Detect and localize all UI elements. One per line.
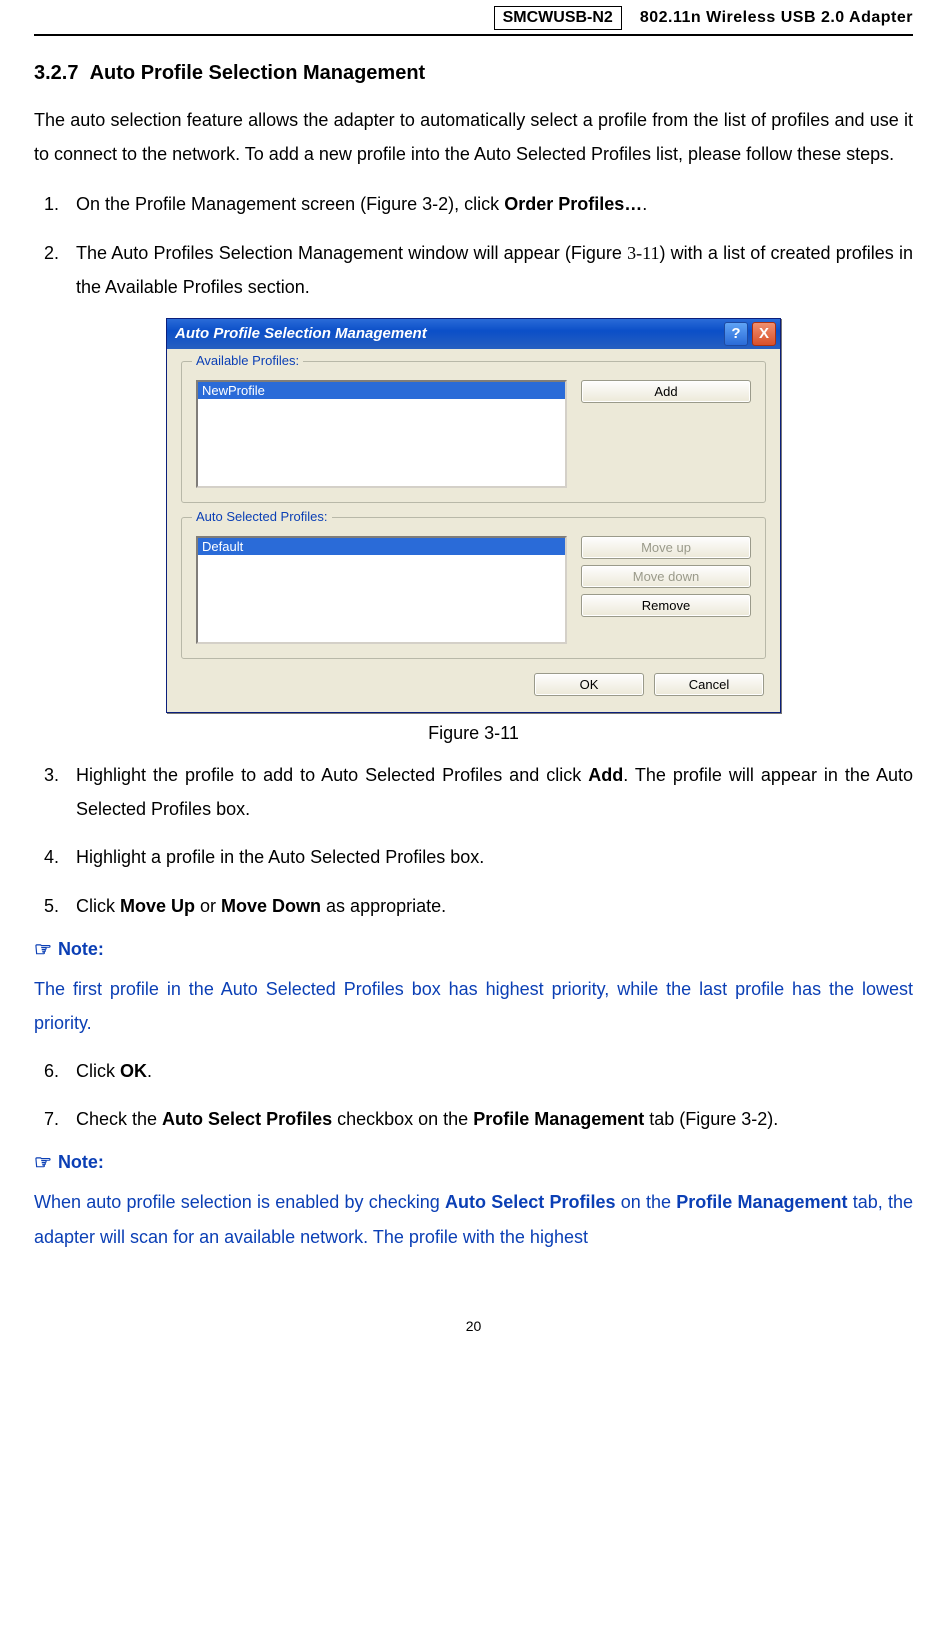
step-2: The Auto Profiles Selection Management w…: [64, 236, 913, 304]
steps-list-2: Highlight the profile to add to Auto Sel…: [34, 758, 913, 923]
figure-container: Auto Profile Selection Management ? X Av…: [34, 318, 913, 744]
close-button[interactable]: X: [752, 322, 776, 346]
move-up-button[interactable]: Move up: [581, 536, 751, 559]
ok-button[interactable]: OK: [534, 673, 644, 696]
section-heading: 3.2.7 Auto Profile Selection Management: [34, 62, 913, 85]
group-available-title: Available Profiles:: [192, 353, 303, 368]
dialog-footer: OK Cancel: [181, 673, 766, 698]
group-selected-profiles: Auto Selected Profiles: Default Move up …: [181, 517, 766, 659]
cancel-button[interactable]: Cancel: [654, 673, 764, 696]
dialog-auto-profile: Auto Profile Selection Management ? X Av…: [166, 318, 781, 713]
model-label: SMCWUSB-N2: [494, 6, 622, 30]
listbox-available[interactable]: NewProfile: [196, 380, 567, 488]
section-title-text: Auto Profile Selection Management: [90, 62, 426, 84]
group-selected-title: Auto Selected Profiles:: [192, 509, 332, 524]
steps-list-3: Click OK. Check the Auto Select Profiles…: [34, 1054, 913, 1136]
intro-paragraph: The auto selection feature allows the ad…: [34, 103, 913, 171]
note-body-2: When auto profile selection is enabled b…: [34, 1185, 913, 1253]
note-heading-1: ☞ Note:: [34, 937, 913, 962]
section-number: 3.2.7: [34, 62, 78, 84]
group-available-profiles: Available Profiles: NewProfile Add: [181, 361, 766, 503]
help-button[interactable]: ?: [724, 322, 748, 346]
step-1: On the Profile Management screen (Figure…: [64, 187, 913, 221]
figure-caption: Figure 3-11: [428, 723, 519, 744]
dialog-title: Auto Profile Selection Management: [175, 325, 720, 342]
step-3: Highlight the profile to add to Auto Sel…: [64, 758, 913, 826]
step-6: Click OK.: [64, 1054, 913, 1088]
pointing-hand-icon: ☞: [34, 1150, 52, 1175]
dialog-titlebar[interactable]: Auto Profile Selection Management ? X: [167, 319, 780, 349]
move-down-button[interactable]: Move down: [581, 565, 751, 588]
note-label: Note:: [58, 939, 104, 960]
list-item[interactable]: Default: [198, 538, 565, 555]
page-number: 20: [34, 1318, 913, 1334]
product-name: 802.11n Wireless USB 2.0 Adapter: [640, 9, 913, 27]
list-item[interactable]: NewProfile: [198, 382, 565, 399]
remove-button[interactable]: Remove: [581, 594, 751, 617]
note-heading-2: ☞ Note:: [34, 1150, 913, 1175]
pointing-hand-icon: ☞: [34, 937, 52, 962]
page-header: SMCWUSB-N2 802.11n Wireless USB 2.0 Adap…: [34, 0, 913, 36]
steps-list-1: On the Profile Management screen (Figure…: [34, 187, 913, 304]
step-4: Highlight a profile in the Auto Selected…: [64, 840, 913, 874]
step-7: Check the Auto Select Profiles checkbox …: [64, 1102, 913, 1136]
note-label: Note:: [58, 1152, 104, 1173]
note-body-1: The first profile in the Auto Selected P…: [34, 972, 913, 1040]
listbox-selected[interactable]: Default: [196, 536, 567, 644]
add-button[interactable]: Add: [581, 380, 751, 403]
step-5: Click Move Up or Move Down as appropriat…: [64, 889, 913, 923]
